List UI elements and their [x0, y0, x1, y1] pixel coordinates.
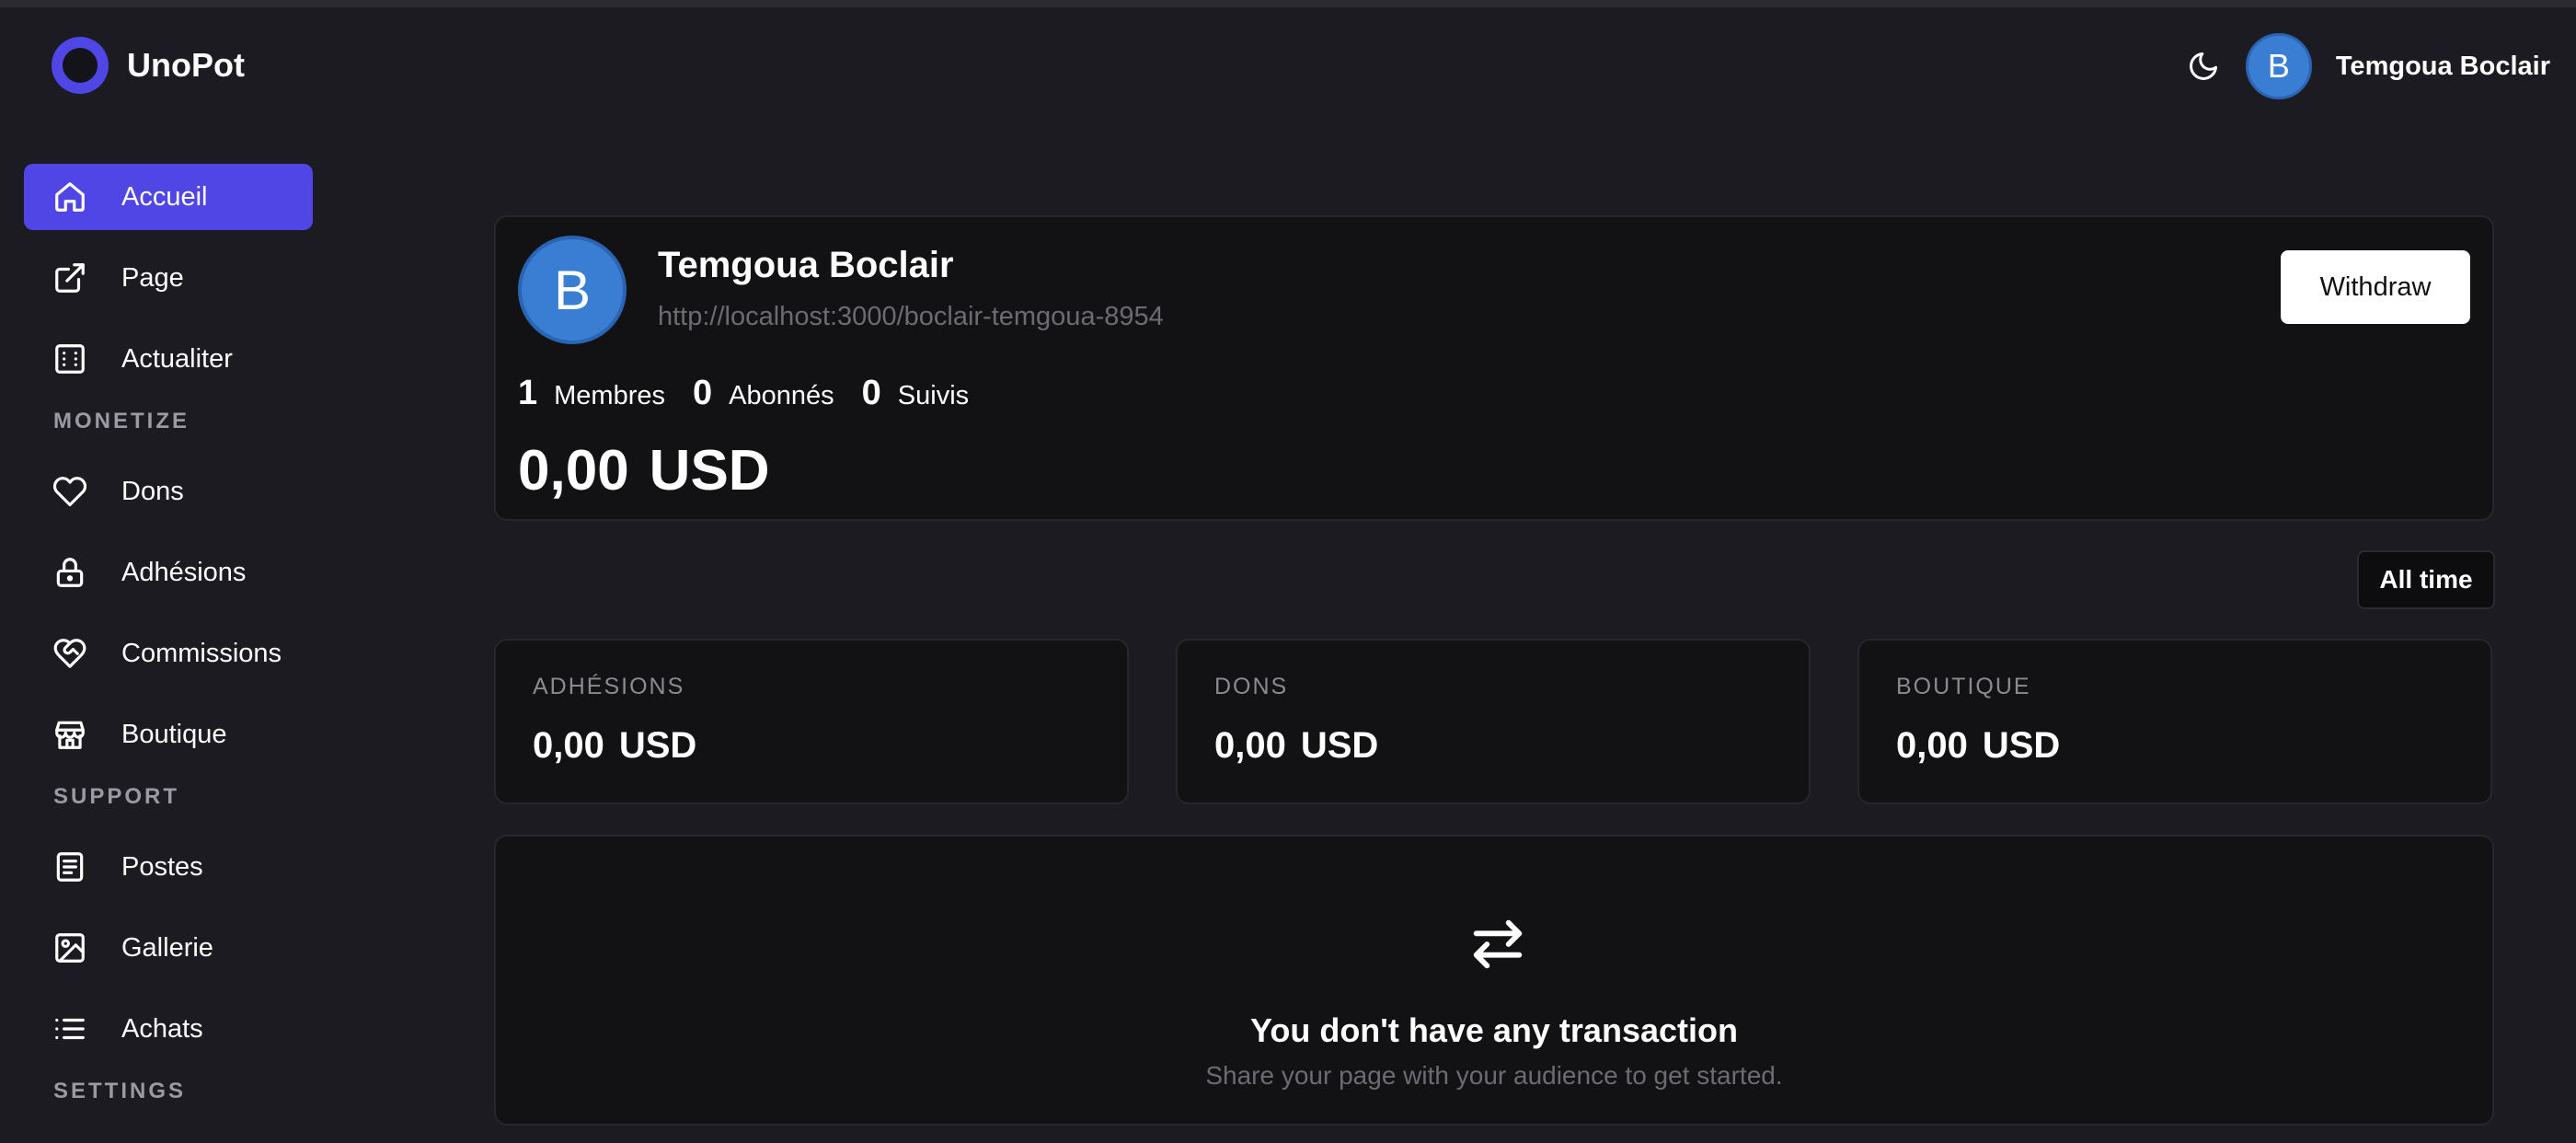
transactions-empty-state: You don't have any transaction Share you…: [494, 835, 2494, 1126]
section-support: SUPPORT: [53, 784, 180, 809]
sidebar-item-label: Dons: [121, 476, 184, 506]
stat-membres: 1 Membres: [518, 374, 665, 413]
metric-currency: USD: [618, 725, 697, 766]
metric-amount: 0,00: [1214, 725, 1286, 766]
avatar-initial: B: [2267, 47, 2290, 85]
metric-currency: USD: [1982, 725, 2061, 766]
sidebar-item-label: Boutique: [121, 719, 227, 749]
sidebar-item-postes[interactable]: Postes: [24, 834, 313, 900]
time-filter-button[interactable]: All time: [2357, 550, 2495, 609]
profile-stats: 1 Membres 0 Abonnés 0 Suivis: [518, 374, 969, 413]
sidebar-item-label: Adhésions: [121, 557, 247, 587]
stat-value: 0: [693, 374, 713, 412]
balance-amount: 0,00: [518, 439, 629, 502]
balance-currency: USD: [649, 439, 770, 502]
metric-currency: USD: [1300, 725, 1379, 766]
document-icon: [52, 849, 88, 885]
sidebar-item-label: Postes: [121, 851, 203, 882]
metric-value: 0,00 USD: [1896, 725, 2060, 767]
stat-suivis: 0 Suivis: [862, 374, 970, 413]
stat-label: Membres: [554, 381, 665, 410]
sidebar-item-gallerie[interactable]: Gallerie: [24, 915, 313, 981]
metric-label: ADHÉSIONS: [533, 674, 685, 699]
sidebar-item-label: Accueil: [121, 181, 208, 212]
stat-label: Abonnés: [729, 381, 834, 410]
image-icon: [52, 929, 88, 966]
news-icon: [52, 341, 88, 377]
profile-url[interactable]: http://localhost:3000/boclair-temgoua-89…: [658, 302, 1164, 332]
metric-amount: 0,00: [533, 725, 604, 766]
metric-card-boutique: BOUTIQUE 0,00 USD: [1857, 639, 2492, 804]
profile-avatar: B: [518, 236, 627, 344]
sidebar-item-accueil[interactable]: Accueil: [24, 164, 313, 230]
metric-value: 0,00 USD: [533, 725, 696, 767]
sidebar: Accueil Page Actualiter MONETIZE Dons Ad…: [24, 164, 313, 1128]
sidebar-item-page[interactable]: Page: [24, 245, 313, 311]
app-logo[interactable]: UnoPot: [52, 37, 245, 94]
empty-title: You don't have any transaction: [1250, 1011, 1738, 1049]
empty-subtitle: Share your page with your audience to ge…: [1205, 1061, 1783, 1090]
sidebar-item-actualiter[interactable]: Actualiter: [24, 326, 313, 392]
section-monetize: MONETIZE: [53, 409, 190, 433]
user-avatar[interactable]: B: [2245, 33, 2312, 99]
sidebar-item-label: Actualiter: [121, 343, 233, 374]
user-name[interactable]: Temgoua Boclair: [2336, 52, 2550, 82]
section-settings: SETTINGS: [53, 1079, 187, 1103]
sidebar-item-commissions[interactable]: Commissions: [24, 620, 313, 687]
sidebar-item-label: Page: [121, 262, 184, 293]
external-link-icon: [52, 260, 88, 296]
metric-label: DONS: [1214, 674, 1289, 699]
stat-abonnes: 0 Abonnés: [693, 374, 834, 413]
lock-icon: [52, 554, 88, 591]
sidebar-item-label: Achats: [121, 1013, 203, 1044]
sidebar-item-dons[interactable]: Dons: [24, 458, 313, 525]
header-user-area: B Temgoua Boclair: [2185, 33, 2550, 99]
sidebar-item-achats[interactable]: Achats: [24, 996, 313, 1062]
home-icon: [52, 179, 88, 215]
arrows-exchange-icon: [1466, 912, 1530, 976]
stat-value: 0: [861, 374, 881, 412]
profile-name: Temgoua Boclair: [658, 245, 954, 285]
logo-mark-icon: [52, 37, 109, 94]
stat-value: 1: [518, 374, 538, 412]
avatar-initial: B: [553, 259, 592, 321]
sidebar-item-label: Gallerie: [121, 932, 213, 963]
balance-total: 0,00 USD: [518, 438, 770, 503]
window-top-bar: [0, 0, 2576, 7]
sidebar-item-adhesions[interactable]: Adhésions: [24, 539, 313, 606]
list-icon: [52, 1010, 88, 1047]
metric-value: 0,00 USD: [1214, 725, 1378, 767]
withdraw-button[interactable]: Withdraw: [2281, 250, 2470, 324]
sidebar-item-label: Commissions: [121, 638, 282, 668]
heart-icon: [52, 473, 88, 510]
profile-card: B Temgoua Boclair http://localhost:3000/…: [494, 215, 2494, 521]
metric-card-dons: DONS 0,00 USD: [1176, 639, 1811, 804]
metric-card-adhesions: ADHÉSIONS 0,00 USD: [494, 639, 1129, 804]
app-name: UnoPot: [127, 46, 245, 84]
moon-icon[interactable]: [2185, 48, 2222, 85]
metric-label: BOUTIQUE: [1896, 674, 2031, 699]
stat-label: Suivis: [897, 381, 970, 410]
metric-amount: 0,00: [1896, 725, 1968, 766]
heart-handshake-icon: [52, 635, 88, 672]
sidebar-item-boutique[interactable]: Boutique: [24, 701, 313, 768]
store-icon: [52, 716, 88, 753]
